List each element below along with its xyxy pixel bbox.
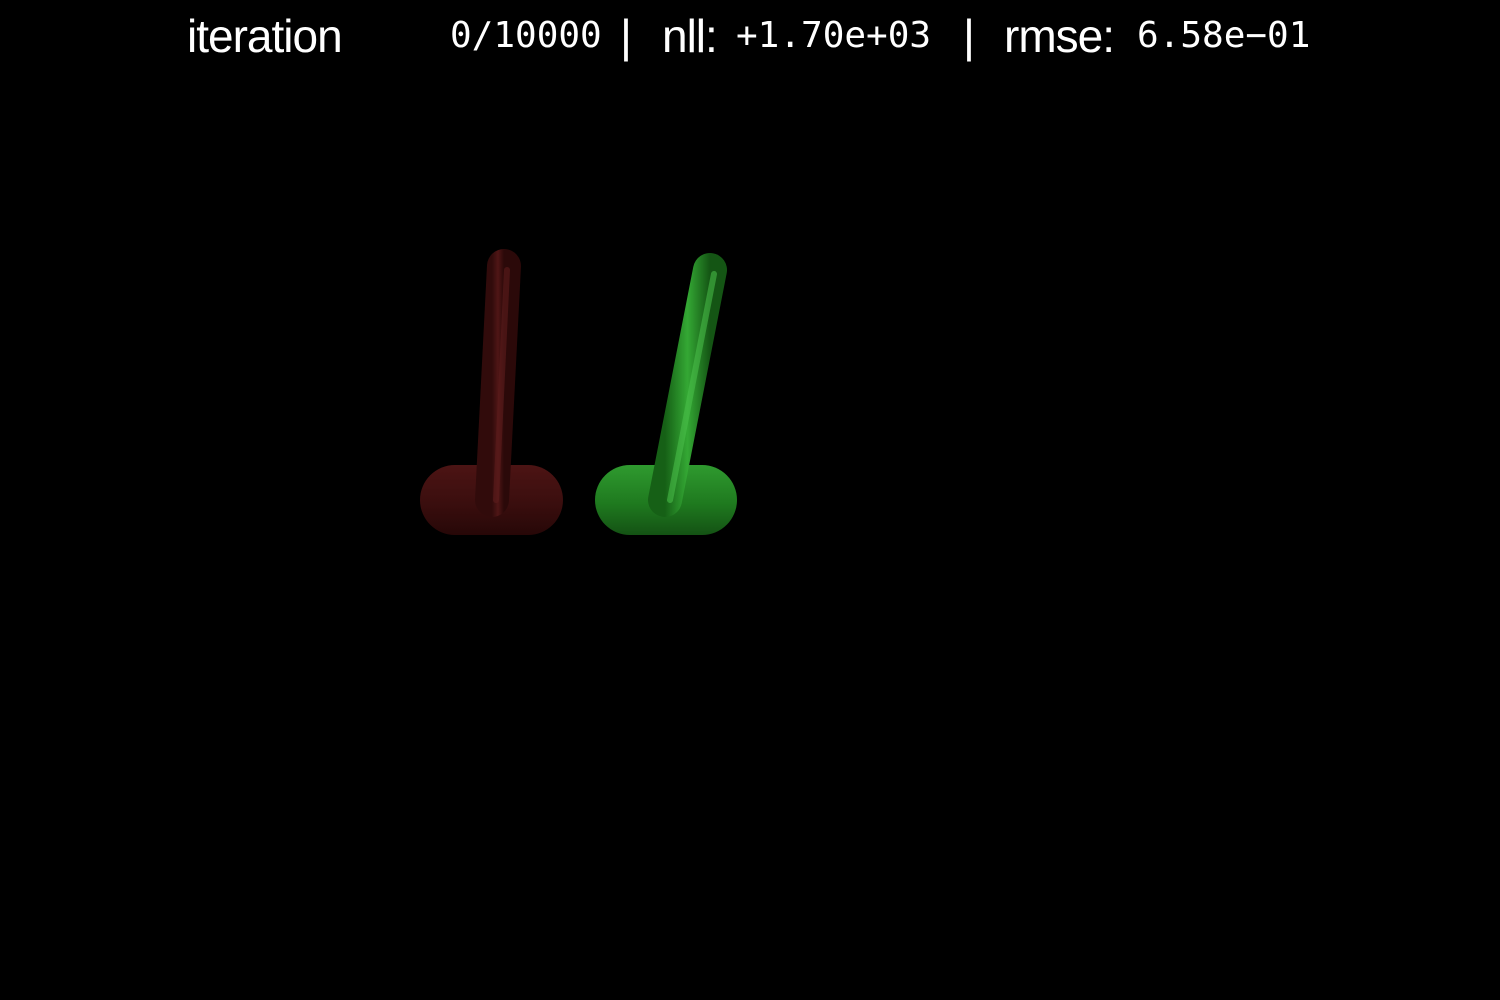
nll-label: nll:	[662, 10, 718, 62]
rmse-value: 6.58e−01	[1137, 15, 1311, 56]
cartpole-scene	[345, 249, 1155, 535]
hud-separator: |	[620, 10, 632, 62]
iteration-value: 0/10000	[450, 15, 602, 56]
hud-separator: |	[963, 10, 975, 62]
iteration-label: iteration	[187, 10, 343, 62]
render-viewport: iteration 0/10000 | nll: +1.70e+03 | rms…	[0, 0, 1500, 1000]
rmse-label: rmse:	[1004, 10, 1115, 62]
nll-value: +1.70e+03	[736, 15, 932, 56]
